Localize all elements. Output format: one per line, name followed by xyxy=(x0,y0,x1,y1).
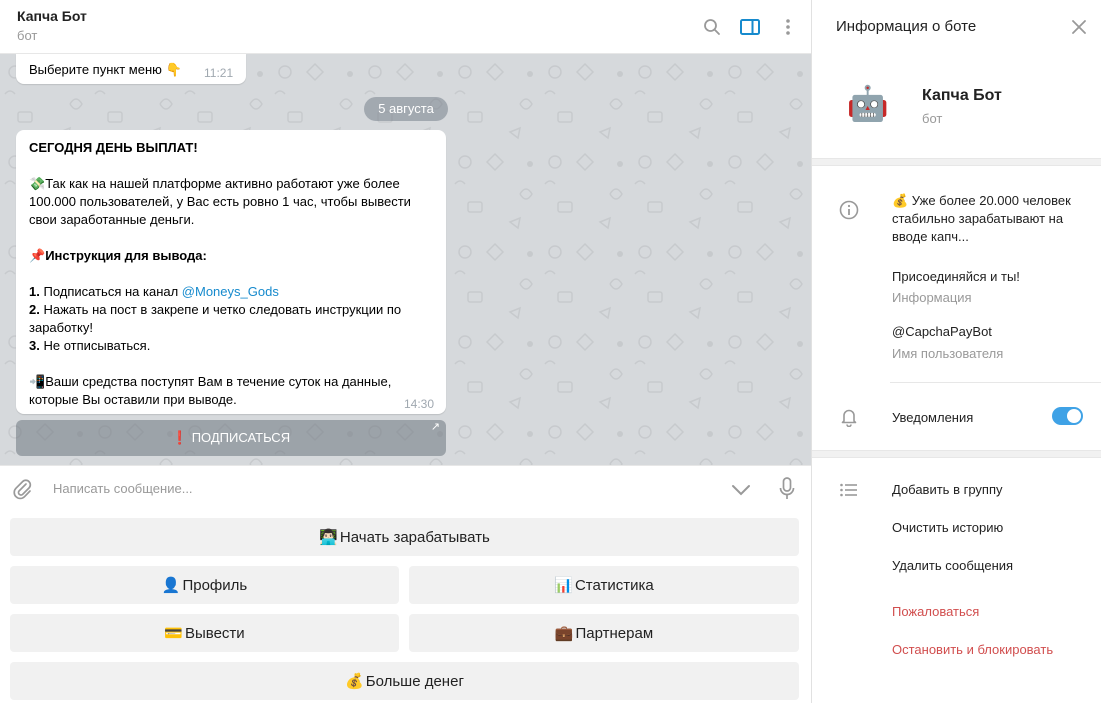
partners-button[interactable]: 💼 Партнерам xyxy=(409,614,799,652)
date-separator: 5 августа xyxy=(364,97,448,121)
profile-button[interactable]: 👤 Профиль xyxy=(10,566,399,604)
notifications-toggle[interactable] xyxy=(1052,407,1083,425)
chevron-down-icon[interactable] xyxy=(729,478,753,502)
bot-keyboard: 👨🏻‍💻 Начать зарабатывать 👤 Профиль 📊 Статис… xyxy=(0,513,811,703)
bot-name: Капча Бот xyxy=(922,87,1002,104)
divider xyxy=(812,158,1101,166)
avatar[interactable]: 🤖 xyxy=(842,78,894,130)
toggle-knob xyxy=(1067,409,1081,423)
username-value[interactable]: @CapchaPayBot xyxy=(892,323,992,341)
message-text: СЕГОДНЯ ДЕНЬ ВЫПЛАТ! 💸Так как на нашей п… xyxy=(29,140,411,407)
report-button[interactable]: Пожаловаться xyxy=(892,604,979,619)
chat-area: Капча Бот бот Выберите пункт меню 👇 11:2… xyxy=(0,0,811,703)
bell-icon xyxy=(838,406,860,428)
bot-description[interactable]: 💰 Уже более 20.000 человек стабильно зар… xyxy=(892,192,1071,246)
notifications-label: Уведомления xyxy=(892,410,974,425)
attach-icon[interactable] xyxy=(10,477,34,501)
more-menu-icon[interactable] xyxy=(776,15,800,39)
description-label: Информация xyxy=(892,290,972,305)
delete-messages-button[interactable]: Удалить сообщения xyxy=(892,558,1013,573)
close-icon[interactable] xyxy=(1066,14,1092,40)
list-icon xyxy=(838,479,860,501)
microphone-icon[interactable] xyxy=(775,477,799,501)
external-link-icon: ↗ xyxy=(430,421,440,433)
withdraw-button[interactable]: 💳 Вывести xyxy=(10,614,399,652)
message-time: 11:21 xyxy=(204,66,234,80)
add-to-group-button[interactable]: Добавить в группу xyxy=(892,482,1003,497)
panel-title: Информация о боте xyxy=(836,18,977,35)
statistics-button[interactable]: 📊 Статистика xyxy=(409,566,799,604)
message-history[interactable]: Выберите пункт меню 👇 11:21 5 августа СЕ… xyxy=(0,54,811,465)
more-money-button[interactable]: 💰 Больше денег xyxy=(10,662,799,700)
chat-title[interactable]: Капча Бот xyxy=(17,8,87,24)
stop-and-block-button[interactable]: Остановить и блокировать xyxy=(892,642,1053,657)
message-time: 14:30 xyxy=(404,397,435,411)
start-earning-button[interactable]: 👨🏻‍💻 Начать зарабатывать xyxy=(10,518,799,556)
message-text: Выберите пункт меню 👇 xyxy=(29,62,182,77)
chat-header: Капча Бот бот xyxy=(0,0,811,54)
sidebar-toggle-icon[interactable] xyxy=(738,15,762,39)
channel-link[interactable]: @Moneys_Gods xyxy=(182,284,279,299)
bot-type: бот xyxy=(922,111,943,126)
message-bubble[interactable]: СЕГОДНЯ ДЕНЬ ВЫПЛАТ! 💸Так как на нашей п… xyxy=(16,130,446,414)
bot-info-panel: Информация о боте 🤖 Капча Бот бот 💰 Уже … xyxy=(811,0,1101,703)
username-label: Имя пользователя xyxy=(892,346,1004,361)
subscribe-inline-button[interactable]: ❗ ПОДПИСАТЬСЯ ↗ xyxy=(16,420,446,456)
clear-history-button[interactable]: Очистить историю xyxy=(892,520,1003,535)
bot-description-tail[interactable]: Присоединяйся и ты! xyxy=(892,268,1020,286)
message-input[interactable]: Написать сообщение... xyxy=(53,481,193,496)
divider xyxy=(890,382,1101,383)
info-icon xyxy=(838,199,860,221)
search-icon[interactable] xyxy=(700,15,724,39)
chat-subtitle: бот xyxy=(17,28,38,43)
message-composer: Написать сообщение... xyxy=(0,465,811,513)
divider xyxy=(812,450,1101,458)
message-bubble[interactable]: Выберите пункт меню 👇 11:21 xyxy=(16,54,246,84)
